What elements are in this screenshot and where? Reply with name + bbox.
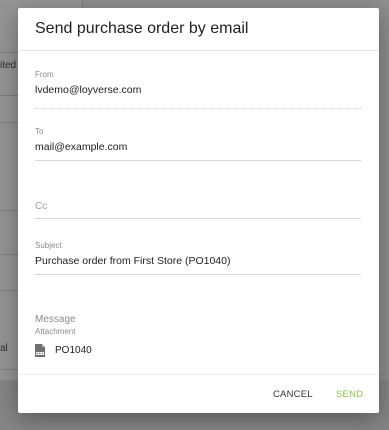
from-value: lvdemo@loyverse.com: [35, 84, 142, 96]
subject-underline: [35, 274, 361, 275]
subject-input[interactable]: Purchase order from First Store (PO1040): [35, 255, 361, 268]
cc-field[interactable]: Cc: [35, 201, 361, 221]
email-dialog: Send purchase order by email From lvdemo…: [18, 8, 379, 413]
to-input[interactable]: mail@example.com: [35, 141, 361, 154]
cc-underline: [35, 218, 361, 219]
from-underline: [35, 108, 361, 109]
background-row-text: al: [0, 343, 8, 354]
background-row-divider: [0, 254, 18, 255]
footer-divider: [18, 374, 379, 375]
attachment-file-name[interactable]: PO1040: [55, 345, 92, 356]
background-row-divider: [0, 290, 18, 291]
background-row-divider: [0, 52, 18, 53]
attachment-item[interactable]: PO1040: [35, 344, 361, 357]
cancel-button[interactable]: CANCEL: [273, 389, 313, 400]
background-row-text: ited: [0, 60, 17, 71]
background-row-divider: [0, 369, 18, 370]
background-row-divider: [0, 122, 18, 123]
title-divider: [18, 50, 379, 51]
from-label: From: [35, 70, 54, 79]
background-row-divider: [0, 210, 18, 211]
subject-label: Subject: [35, 241, 62, 250]
message-field[interactable]: Message Attachment PO1040: [35, 314, 361, 370]
pdf-file-icon: [35, 344, 45, 357]
send-button[interactable]: SEND: [336, 389, 363, 400]
cc-input[interactable]: Cc: [35, 201, 361, 213]
subject-field[interactable]: Subject Purchase order from First Store …: [35, 241, 361, 281]
from-field: From lvdemo@loyverse.com: [35, 70, 361, 110]
attachment-label: Attachment: [35, 327, 76, 336]
to-label: To: [35, 127, 44, 136]
background-row-divider: [0, 95, 18, 96]
dialog-title: Send purchase order by email: [35, 20, 249, 37]
to-underline: [35, 160, 361, 161]
to-field[interactable]: To mail@example.com: [35, 127, 361, 167]
message-label: Message: [35, 314, 76, 325]
